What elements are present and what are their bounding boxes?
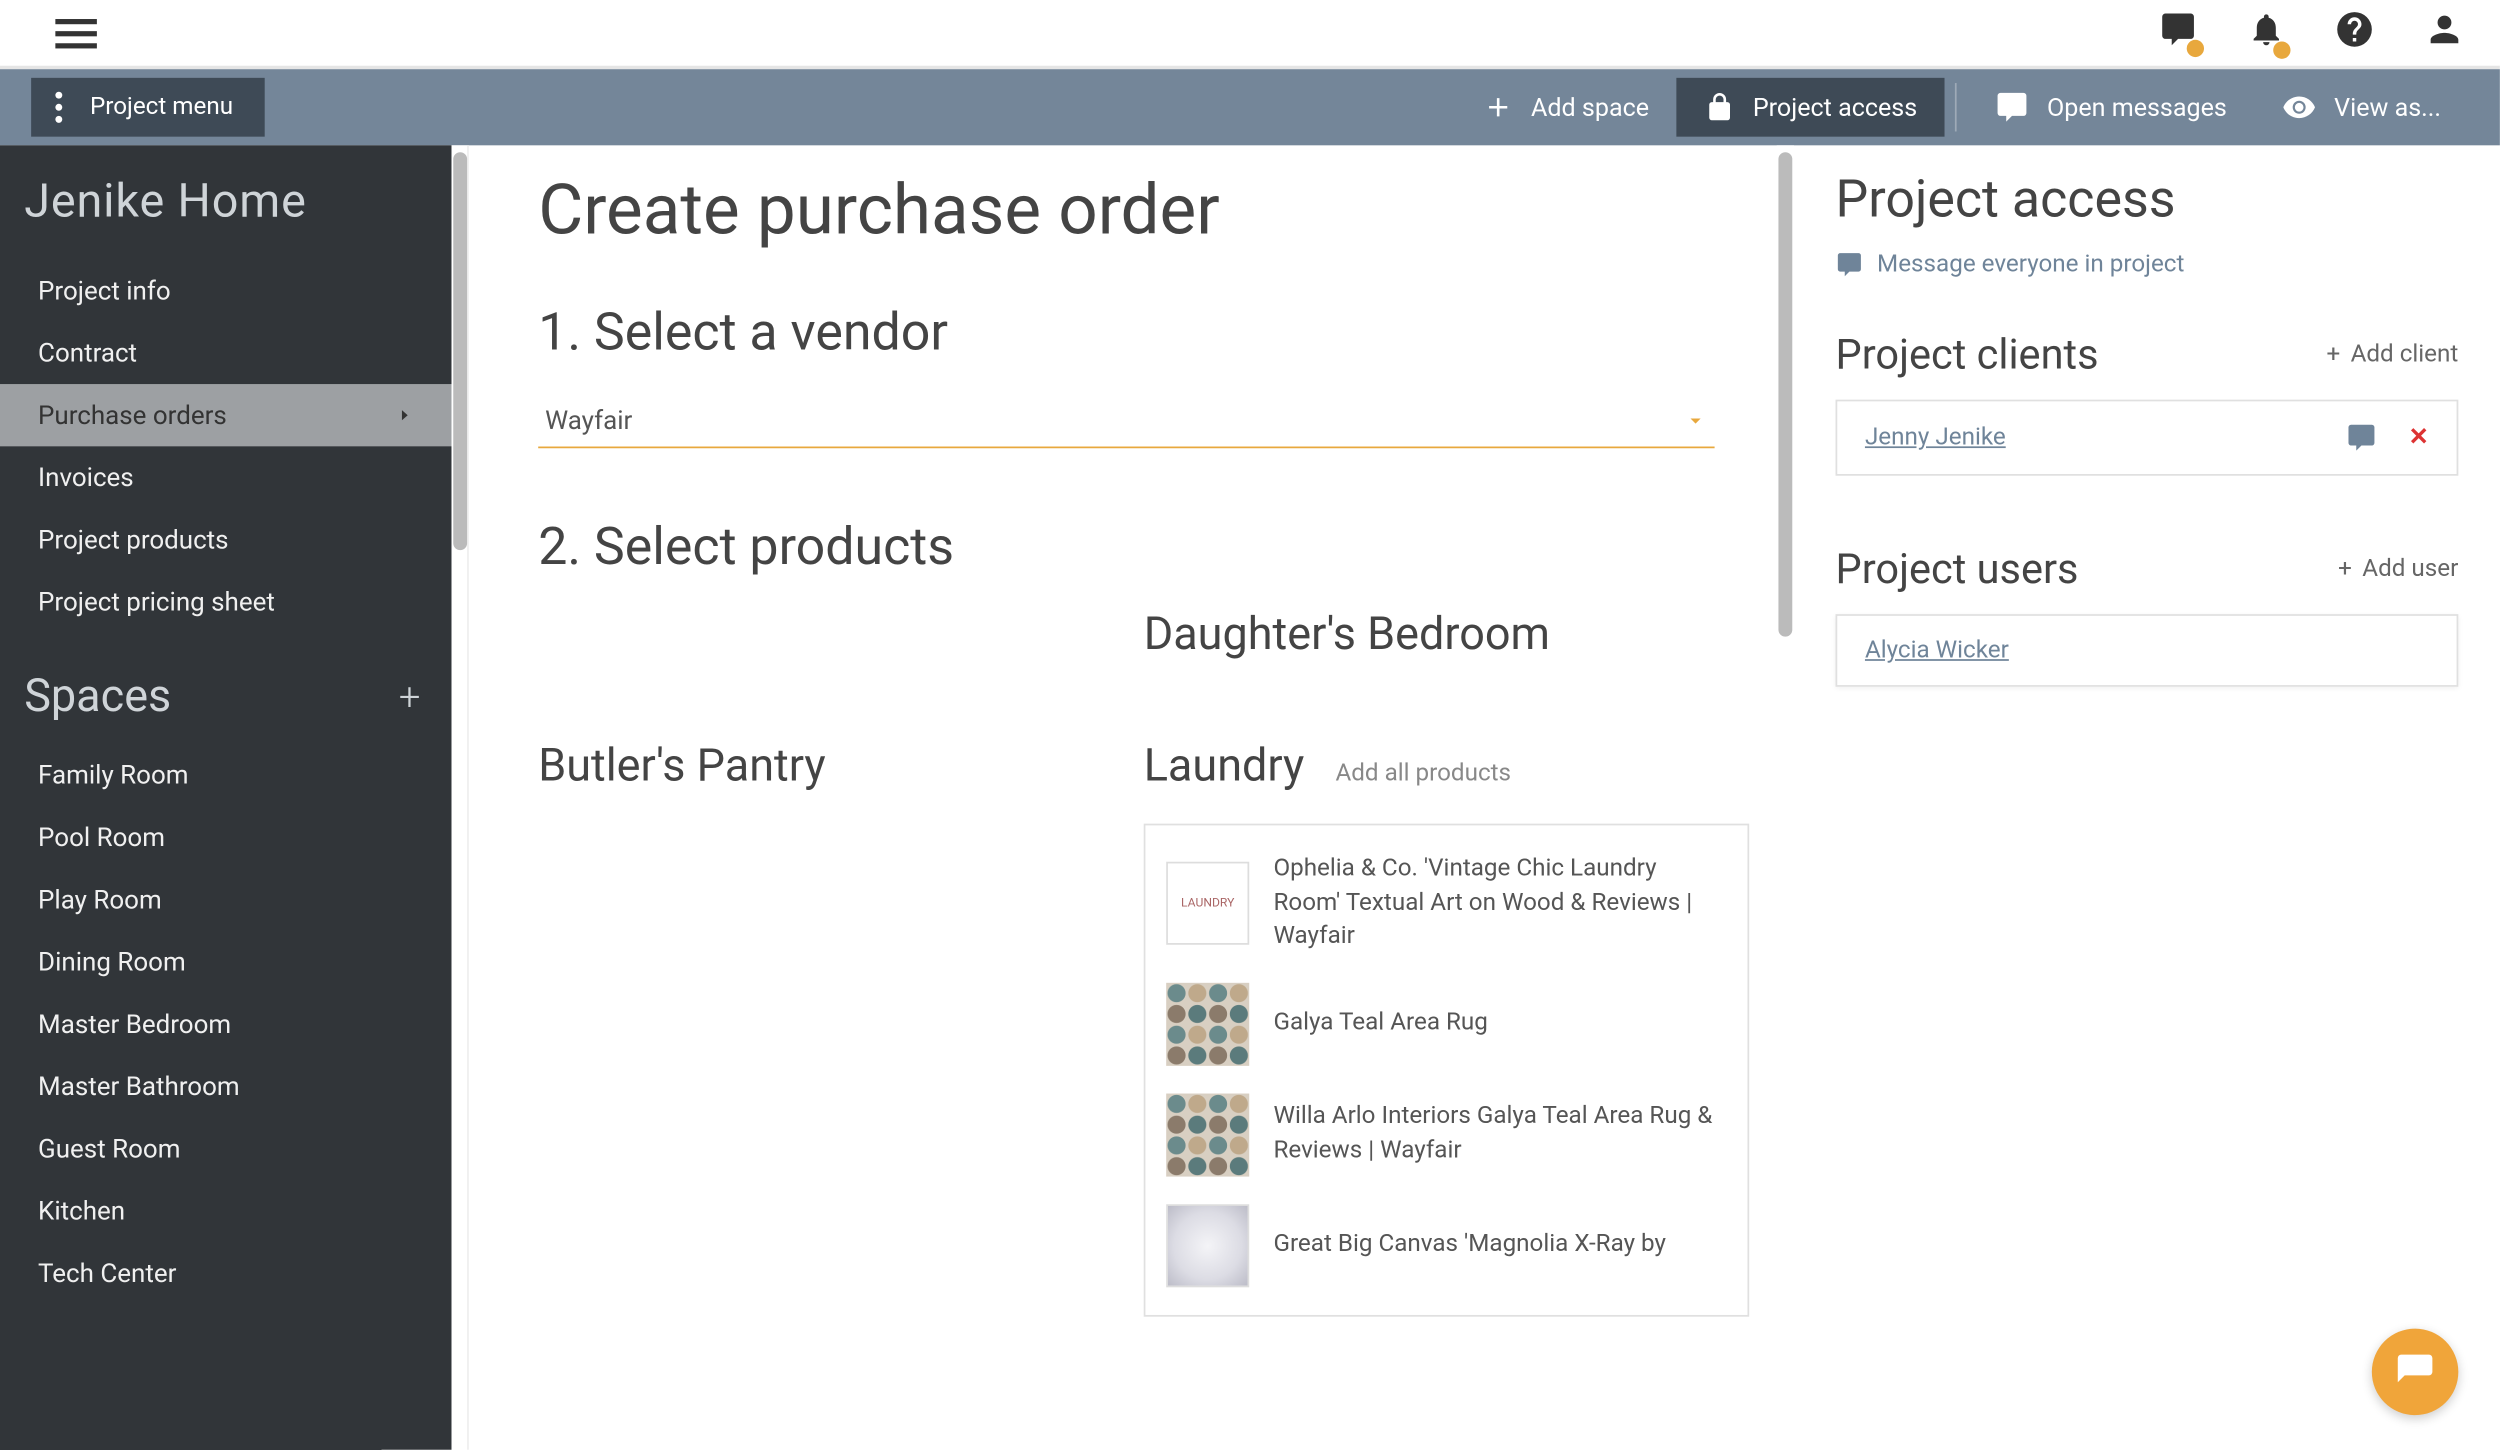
- sidebar-space-master-bedroom[interactable]: Master Bedroom: [0, 993, 452, 1055]
- sidebar-space-tech-center[interactable]: Tech Center: [0, 1242, 452, 1304]
- add-space-label: Add space: [1531, 93, 1649, 122]
- view-as-label: View as...: [2334, 93, 2441, 122]
- user-card: Alycia Wicker: [1836, 614, 2459, 687]
- product-thumbnail: [1166, 982, 1249, 1065]
- product-item[interactable]: Galya Teal Area Rug: [1159, 968, 1733, 1079]
- sidebar-item-project-pricing-sheet[interactable]: Project pricing sheet: [0, 571, 452, 633]
- open-messages-button[interactable]: Open messages: [1967, 78, 2254, 137]
- add-client-button[interactable]: + Add client: [2326, 341, 2458, 369]
- chat-icon[interactable]: [2157, 10, 2199, 55]
- plus-icon: +: [2338, 555, 2352, 583]
- sidebar-space-master-bathroom[interactable]: Master Bathroom: [0, 1055, 452, 1117]
- sidebar-item-project-products[interactable]: Project products: [0, 509, 452, 571]
- hamburger-icon[interactable]: [55, 18, 97, 47]
- action-bar: Project menu Add space Project access Op…: [0, 69, 2500, 145]
- sidebar-space-play-room[interactable]: Play Room: [0, 868, 452, 930]
- chat-icon: [1836, 251, 1864, 279]
- main-content: Create purchase order 1. Select a vendor…: [469, 145, 1777, 1449]
- product-thumbnail: [1166, 1093, 1249, 1176]
- step1-title: 1. Select a vendor: [538, 303, 1707, 364]
- product-name: Ophelia & Co. 'Vintage Chic Laundry Room…: [1273, 853, 1726, 955]
- project-access-button[interactable]: Project access: [1677, 78, 1945, 137]
- add-all-products-link[interactable]: Add all products: [1335, 759, 1511, 787]
- project-menu-button[interactable]: Project menu: [31, 78, 264, 137]
- chevron-down-icon: [1683, 408, 1707, 432]
- add-client-label: Add client: [2351, 341, 2459, 369]
- intercom-icon: [2394, 1351, 2436, 1393]
- step2-title: 2. Select products: [538, 517, 1707, 578]
- divider: [1955, 83, 1957, 131]
- messages-icon: [1995, 90, 2030, 125]
- scrollbar-thumb[interactable]: [1778, 152, 1792, 636]
- sidebar-item-purchase-orders[interactable]: Purchase orders: [0, 384, 452, 446]
- add-user-button[interactable]: + Add user: [2338, 555, 2458, 583]
- chevron-right-icon: [396, 403, 413, 427]
- vendor-selected-value: Wayfair: [545, 405, 632, 436]
- sidebar-space-family-room[interactable]: Family Room: [0, 744, 452, 806]
- project-clients-header: Project clients + Add client: [1836, 330, 2459, 378]
- add-user-label: Add user: [2362, 555, 2458, 583]
- product-thumbnail: [1166, 862, 1249, 945]
- spaces-header: Spaces +: [0, 633, 452, 744]
- view-as-button[interactable]: View as...: [2255, 78, 2469, 137]
- spaces-title: Spaces: [24, 671, 171, 723]
- sidebar-item-contract[interactable]: Contract: [0, 322, 452, 384]
- account-icon[interactable]: [2424, 9, 2466, 57]
- project-title: Jenike Home: [0, 145, 452, 259]
- project-users-title: Project users: [1836, 545, 2079, 593]
- product-item[interactable]: Willa Arlo Interiors Galya Teal Area Rug…: [1159, 1079, 1733, 1190]
- page-title: Create purchase order: [538, 170, 1707, 251]
- intercom-launcher[interactable]: [2372, 1329, 2459, 1416]
- right-panel: Project access Message everyone in proje…: [1794, 145, 2500, 1449]
- scrollbar-thumb[interactable]: [453, 152, 467, 550]
- add-space-button[interactable]: Add space: [1455, 78, 1677, 137]
- project-users-header: Project users + Add user: [1836, 545, 2459, 593]
- product-list: Ophelia & Co. 'Vintage Chic Laundry Room…: [1144, 823, 1750, 1316]
- plus-icon: [1483, 92, 1514, 123]
- sidebar-space-pool-room[interactable]: Pool Room: [0, 806, 452, 868]
- top-bar: [0, 0, 2500, 69]
- space-heading-butlers-pantry: Butler's Pantry: [538, 740, 1057, 792]
- space-heading-daughters-bedroom: Daughter's Bedroom: [1144, 609, 1750, 661]
- main-scrollbar[interactable]: [1777, 145, 1794, 1449]
- message-everyone-link[interactable]: Message everyone in project: [1836, 251, 2459, 279]
- product-name: Galya Teal Area Rug: [1273, 1007, 1487, 1041]
- plus-icon: +: [2326, 341, 2340, 369]
- user-name-link[interactable]: Alycia Wicker: [1865, 637, 2009, 665]
- product-item[interactable]: Great Big Canvas 'Magnolia X-Ray by: [1159, 1190, 1733, 1301]
- sidebar-item-invoices[interactable]: Invoices: [0, 446, 452, 508]
- product-name: Willa Arlo Interiors Galya Teal Area Rug…: [1273, 1101, 1726, 1169]
- project-clients-title: Project clients: [1836, 330, 2099, 378]
- notification-dot: [2273, 42, 2290, 59]
- help-icon[interactable]: [2334, 9, 2376, 57]
- sidebar-space-kitchen[interactable]: Kitchen: [0, 1180, 452, 1242]
- vendor-select[interactable]: Wayfair: [538, 394, 1714, 448]
- space-heading-laundry: Laundry: [1144, 740, 1305, 792]
- project-access-label: Project access: [1753, 93, 1917, 122]
- client-card: Jenny Jenike ✕: [1836, 400, 2459, 476]
- chat-icon[interactable]: [2346, 422, 2377, 453]
- project-menu-label: Project menu: [90, 93, 233, 121]
- open-messages-label: Open messages: [2047, 93, 2227, 122]
- bell-icon[interactable]: [2247, 9, 2285, 57]
- client-name-link[interactable]: Jenny Jenike: [1865, 424, 2006, 452]
- product-name: Great Big Canvas 'Magnolia X-Ray by: [1273, 1228, 1666, 1262]
- sidebar: Jenike Home Project info Contract Purcha…: [0, 145, 452, 1449]
- add-space-icon[interactable]: +: [399, 676, 421, 719]
- sidebar-scrollbar[interactable]: [452, 145, 469, 1449]
- right-panel-title: Project access: [1836, 170, 2459, 231]
- product-thumbnail: [1166, 1204, 1249, 1287]
- eye-icon: [2282, 90, 2317, 125]
- sidebar-item-label: Purchase orders: [38, 400, 227, 431]
- sidebar-space-dining-room[interactable]: Dining Room: [0, 931, 452, 993]
- product-item[interactable]: Ophelia & Co. 'Vintage Chic Laundry Room…: [1159, 839, 1733, 968]
- top-right-icons: [2157, 9, 2465, 57]
- remove-client-icon[interactable]: ✕: [2409, 424, 2429, 452]
- message-everyone-label: Message everyone in project: [1877, 251, 2184, 279]
- sidebar-space-guest-room[interactable]: Guest Room: [0, 1118, 452, 1180]
- sidebar-item-project-info[interactable]: Project info: [0, 260, 452, 322]
- lock-icon: [1704, 92, 1735, 123]
- notification-dot: [2187, 40, 2204, 57]
- kebab-icon: [55, 92, 62, 123]
